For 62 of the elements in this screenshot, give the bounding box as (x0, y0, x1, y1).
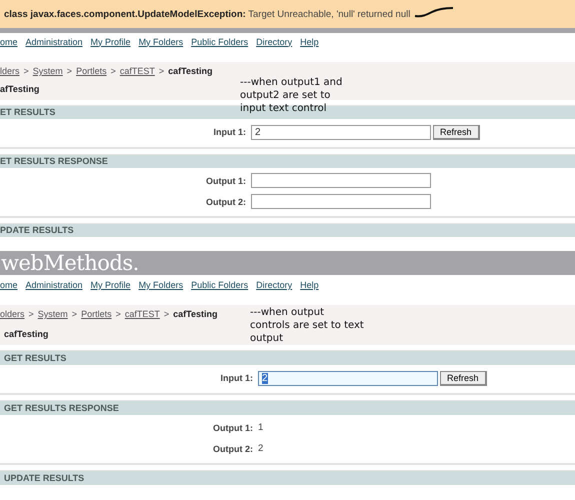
field-label: Input 1: (212, 127, 247, 137)
breadcrumb-link[interactable]: Portlets (81, 309, 112, 319)
breadcrumb-separator: > (164, 309, 170, 319)
section-header: GET RESULTS RESPONSE (0, 400, 575, 415)
nav-link[interactable]: My Folders (138, 280, 184, 290)
input-field[interactable]: 2 (258, 370, 438, 386)
nav-link[interactable]: Help (300, 280, 319, 290)
nav-link[interactable]: Directory (256, 280, 292, 290)
scribble-mark (414, 6, 454, 18)
field-label: Output 1: (205, 176, 247, 186)
breadcrumb-link[interactable]: lders (0, 66, 20, 76)
field-label: Input 1: (220, 373, 254, 383)
output-value: 1 (258, 422, 264, 433)
page-title: cafTesting (4, 329, 48, 339)
breadcrumb-link[interactable]: olders (0, 309, 25, 319)
output-field[interactable] (251, 194, 431, 209)
nav-link[interactable]: My Profile (90, 280, 131, 290)
field-label: Output 1: (212, 422, 254, 432)
breadcrumb-link[interactable]: Portlets (76, 66, 107, 76)
error-message: class javax.faces.component.UpdateModelException: Target Unreachable, 'null' returned null (4, 8, 410, 20)
annotation-text: ---when output (250, 306, 325, 319)
nav-link[interactable]: Public Folders (191, 280, 248, 290)
annotation-text: ---when output1 and (240, 76, 342, 89)
breadcrumb-link[interactable]: cafTEST (120, 66, 155, 76)
breadcrumb-link[interactable]: System (32, 66, 63, 76)
nav-link[interactable]: My Profile (90, 36, 131, 46)
breadcrumb-separator: > (116, 309, 121, 319)
output-value: 2 (258, 443, 264, 454)
breadcrumb-separator: > (24, 66, 29, 76)
breadcrumb-separator: > (158, 66, 164, 76)
section-header: GET RESULTS (0, 350, 575, 365)
breadcrumb-separator: > (28, 309, 34, 319)
annotation-text: output2 are set to (240, 89, 332, 102)
refresh-button[interactable]: Refresh (433, 124, 480, 140)
nav-link[interactable]: Help (300, 36, 319, 46)
breadcrumb-separator: > (66, 66, 72, 76)
input-field[interactable]: 2 (251, 124, 431, 140)
output-field[interactable] (251, 173, 431, 188)
breadcrumb-link[interactable]: System (38, 309, 68, 319)
logo: webMethods. (1, 251, 139, 275)
annotation-text: output (250, 332, 284, 345)
nav-link[interactable]: ome (0, 36, 18, 46)
field-label: Output 2: (205, 196, 247, 206)
page-title: afTesting (0, 84, 40, 94)
breadcrumb-current: cafTesting (168, 66, 212, 76)
section-header: PDATE RESULTS (0, 223, 575, 237)
breadcrumb-link[interactable]: cafTEST (124, 309, 160, 319)
breadcrumb-separator: > (110, 66, 116, 76)
nav-link[interactable]: Directory (256, 36, 292, 46)
refresh-button[interactable]: Refresh (440, 370, 487, 386)
annotation-text: controls are set to text (250, 319, 364, 332)
nav-link[interactable]: Administration (26, 36, 83, 46)
nav-link[interactable]: Administration (26, 280, 83, 290)
breadcrumb-current: cafTesting (173, 309, 218, 319)
section-header: UPDATE RESULTS (0, 470, 575, 485)
nav-link[interactable]: ome (0, 280, 18, 290)
nav-link[interactable]: My Folders (138, 36, 184, 46)
section-header: ET RESULTS RESPONSE (0, 154, 575, 168)
nav-link[interactable]: Public Folders (191, 36, 248, 46)
breadcrumb-separator: > (72, 309, 78, 319)
annotation-text: input text control (240, 102, 328, 115)
field-label: Output 2: (212, 444, 254, 454)
